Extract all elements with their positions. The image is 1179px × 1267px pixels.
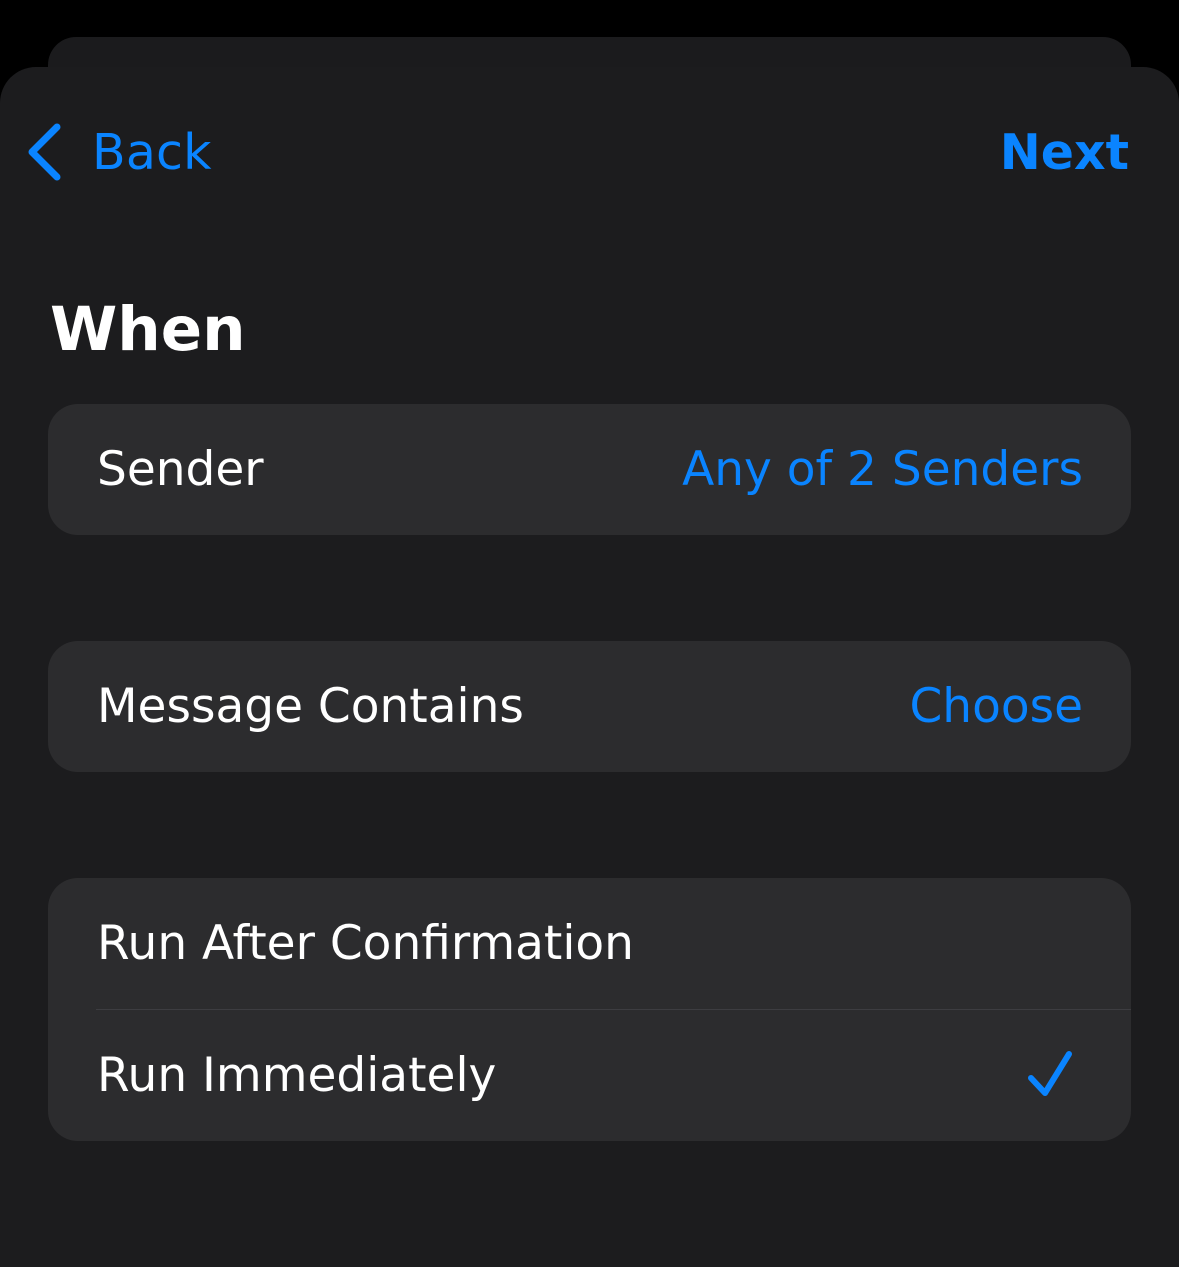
message-contains-row[interactable]: Message Contains Choose [48,641,1131,772]
run-option-label: Run Immediately [97,1048,497,1103]
message-contains-label: Message Contains [97,679,524,734]
message-contains-value: Choose [909,679,1083,734]
section-title: When [50,294,246,365]
run-option-row[interactable]: Run After Confirmation [48,878,1131,1009]
run-option-row[interactable]: Run Immediately [48,1010,1131,1141]
sender-row[interactable]: Sender Any of 2 Senders [48,404,1131,535]
sender-group: Sender Any of 2 Senders [48,404,1131,535]
sender-label: Sender [97,442,264,497]
sender-value: Any of 2 Senders [682,442,1083,497]
next-button[interactable]: Next [1000,112,1129,192]
chevron-left-icon [24,122,64,182]
back-button[interactable]: Back [24,112,212,192]
back-button-label: Back [92,123,212,181]
message-contains-group: Message Contains Choose [48,641,1131,772]
checkmark-icon [1023,1046,1083,1106]
run-options-group: Run After Confirmation Run Immediately [48,878,1131,1141]
run-option-label: Run After Confirmation [97,916,634,971]
